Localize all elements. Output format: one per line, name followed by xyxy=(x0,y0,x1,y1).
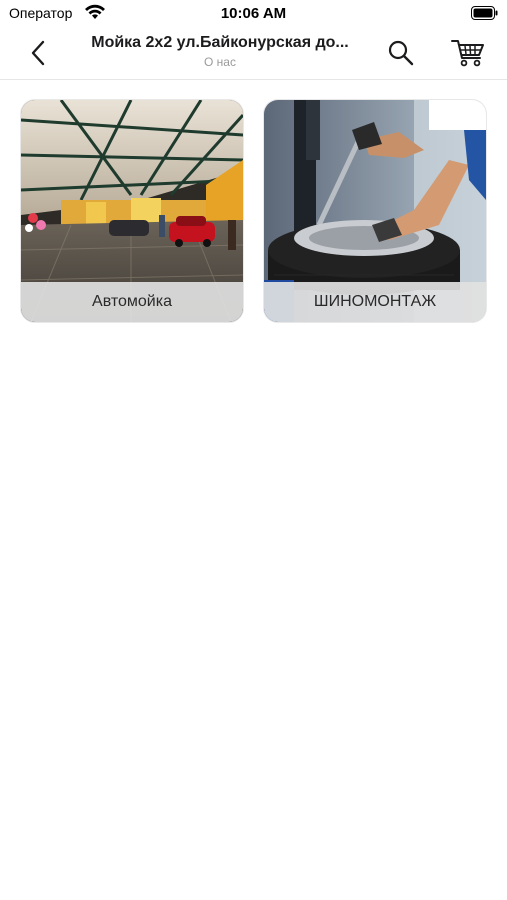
status-bar: Оператор 10:06 AM xyxy=(0,0,507,28)
chevron-left-icon[interactable] xyxy=(22,36,56,70)
category-tile-car-wash[interactable]: Автомойка xyxy=(21,100,243,322)
category-tile-tire-service[interactable]: ШИНОМОНТАЖ xyxy=(264,100,486,322)
battery-icon xyxy=(471,6,498,20)
tile-label-tire-service: ШИНОМОНТАЖ xyxy=(264,282,486,322)
page-subtitle: О нас xyxy=(204,55,236,69)
clock: 10:06 AM xyxy=(220,5,287,22)
title-block: Мойка 2х2 ул.Байконурская до... О нас xyxy=(70,34,370,69)
tile-label-car-wash: Автомойка xyxy=(21,282,243,322)
navigation-bar: Мойка 2х2 ул.Байконурская до... О нас xyxy=(0,28,507,80)
search-icon[interactable] xyxy=(386,38,416,68)
page-title: Мойка 2х2 ул.Байконурская до... xyxy=(91,34,349,51)
cart-icon[interactable] xyxy=(450,37,486,69)
